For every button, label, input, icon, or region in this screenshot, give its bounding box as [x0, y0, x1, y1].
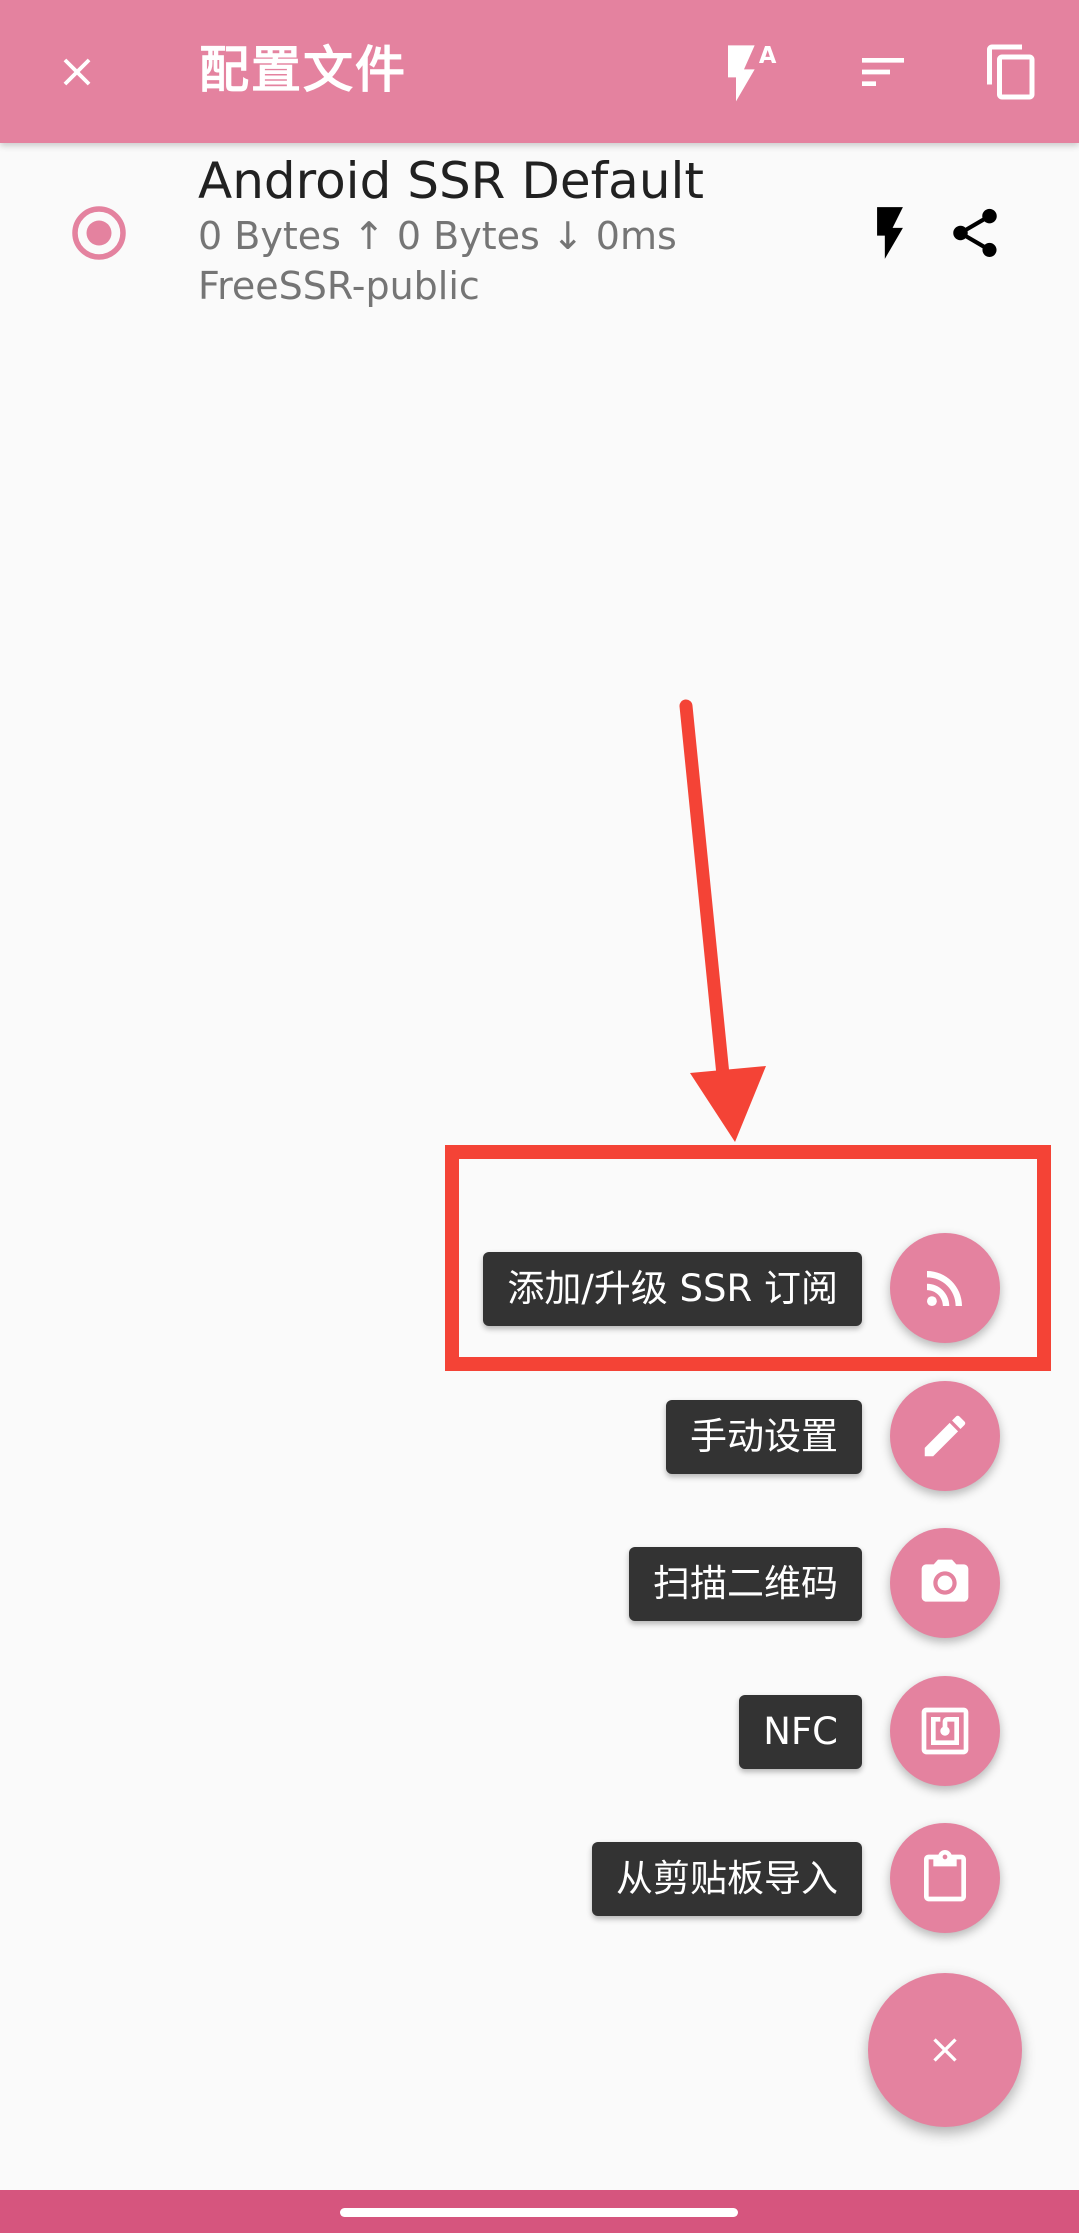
close-speed-dial-button[interactable]	[868, 1973, 1022, 2127]
system-nav-bar	[0, 2190, 1079, 2233]
test-profile-button[interactable]	[850, 188, 930, 278]
close-icon	[933, 2038, 957, 2062]
profile-list-item[interactable]: Android SSR Default 0 Bytes ↑ 0 Bytes ↓ …	[0, 143, 1079, 323]
rss-feed-icon	[927, 1270, 963, 1306]
close-icon	[63, 58, 91, 86]
page-title: 配置文件	[199, 41, 407, 99]
add-subscription-label[interactable]: 添加/升级 SSR 订阅	[483, 1252, 862, 1326]
test-all-button[interactable]: A	[702, 22, 802, 122]
sort-icon	[862, 58, 904, 86]
clipboard-icon	[924, 1850, 966, 1902]
import-clipboard-label[interactable]: 从剪贴板导入	[592, 1842, 862, 1916]
pencil-icon	[924, 1415, 966, 1457]
flash-icon	[877, 207, 903, 259]
app-bar: 配置文件 A	[0, 0, 1079, 143]
gesture-handle[interactable]	[340, 2208, 738, 2217]
copy-button[interactable]	[962, 22, 1062, 122]
share-icon	[953, 208, 997, 257]
scan-qr-button[interactable]	[890, 1528, 1000, 1638]
camera-icon	[921, 1559, 969, 1602]
manual-settings-label[interactable]: 手动设置	[666, 1400, 862, 1474]
close-button[interactable]	[27, 22, 127, 122]
selected-radio-icon[interactable]	[71, 205, 127, 261]
annotation-arrow-shaft	[679, 699, 731, 1092]
share-profile-button[interactable]	[935, 188, 1015, 278]
profile-name: Android SSR Default	[198, 152, 705, 210]
sort-button[interactable]	[833, 22, 933, 122]
svg-text:A: A	[759, 43, 777, 69]
profile-group: FreeSSR-public	[198, 264, 480, 308]
manual-settings-button[interactable]	[890, 1381, 1000, 1491]
annotation-arrow-head	[690, 1066, 766, 1142]
copy-icon	[987, 44, 1035, 100]
nfc-button[interactable]	[890, 1676, 1000, 1786]
import-clipboard-button[interactable]	[890, 1823, 1000, 1933]
flash-auto-icon: A	[728, 43, 777, 102]
nfc-label[interactable]: NFC	[739, 1695, 862, 1769]
nfc-icon	[921, 1707, 969, 1755]
profile-traffic: 0 Bytes ↑ 0 Bytes ↓ 0ms	[198, 214, 677, 258]
scan-qr-label[interactable]: 扫描二维码	[629, 1547, 862, 1621]
profiles-screen: 配置文件 A Android SSR Default 0 Bytes ↑ 0 B…	[0, 0, 1079, 2233]
add-subscription-button[interactable]	[890, 1233, 1000, 1343]
